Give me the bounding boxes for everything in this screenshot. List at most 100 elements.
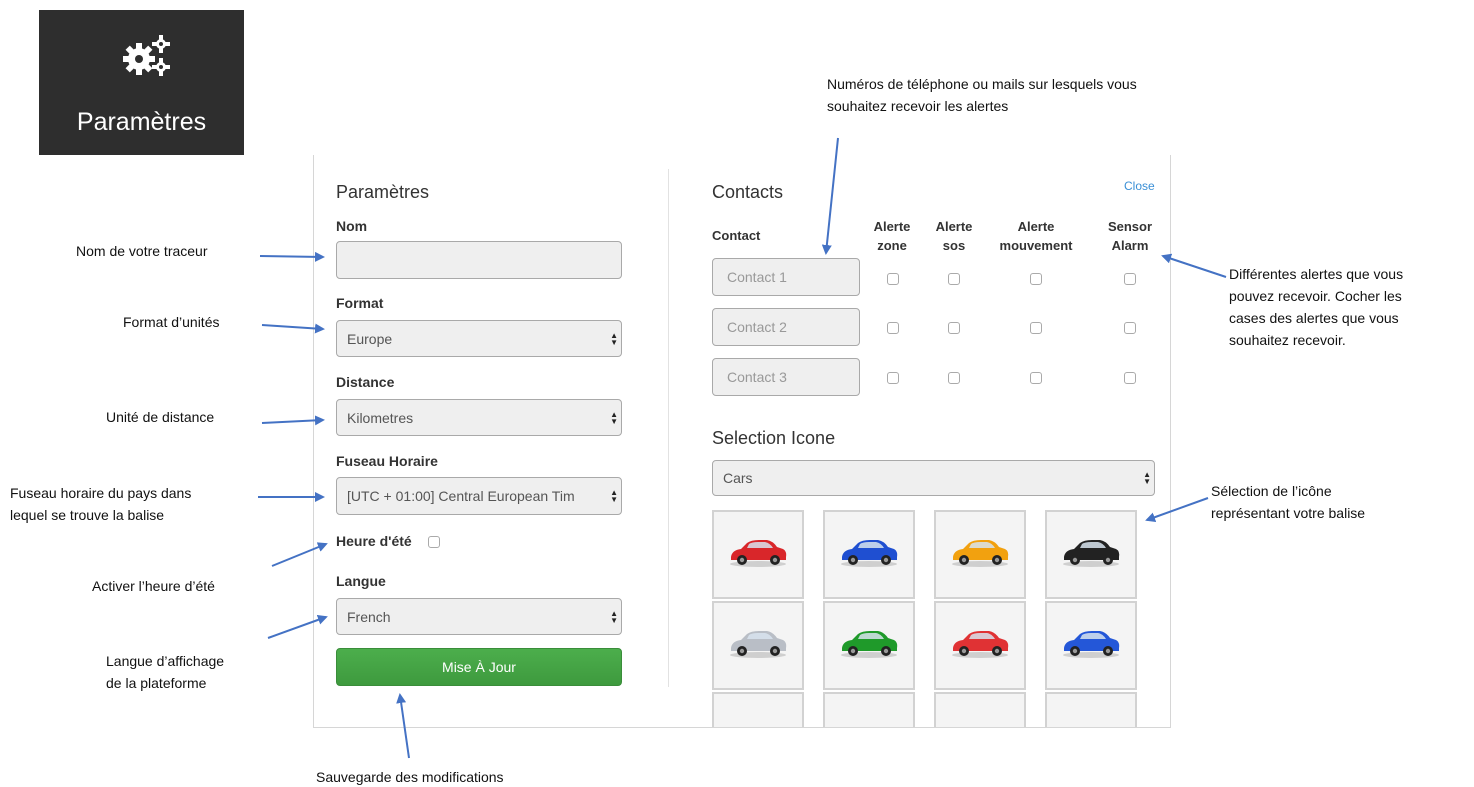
car-icon [949,626,1011,665]
select-arrows-icon: ▲ ▼ [608,330,618,347]
langue-value: French [347,608,391,625]
col-sensor-alarm-line2: Alarm [1111,238,1149,253]
arrow-alerts [1161,253,1227,278]
annotation-alerts-line3: cases des alertes que vous [1229,310,1399,326]
annotation-icon-line2: représentant votre balise [1211,505,1366,521]
contact-3-alerte-zone-checkbox[interactable] [887,372,899,384]
annotation-alerts-line4: souhaitez recevoir. [1229,332,1346,348]
icon-category-value: Cars [723,470,753,486]
col-sensor-alarm: Sensor Alarm [1100,217,1160,255]
annotation-format: Format d’unités [123,314,220,330]
contact-2-sensor-alarm-checkbox[interactable] [1124,322,1136,334]
contact-column-header: Contact [712,228,761,243]
car-icon-tile[interactable] [934,510,1026,599]
heure-ete-label: Heure d'été [336,533,412,549]
annotation-langue-line1: Langue d’affichage [106,653,225,669]
select-arrows-icon: ▲ ▼ [608,488,618,504]
select-arrows-icon: ▲ ▼ [1141,470,1151,486]
close-link[interactable]: Close [1124,179,1155,193]
settings-badge[interactable]: Paramètres [39,10,244,155]
car-icon-tile[interactable] [823,510,915,599]
settings-title: Paramètres [336,182,430,202]
annotation-fuseau: Fuseau horaire du pays dans lequel se tr… [10,482,191,526]
col-alerte-mouvement-line1: Alerte [1017,219,1055,234]
distance-label: Distance [336,374,395,390]
annotation-fuseau-line1: Fuseau horaire du pays dans [10,485,192,501]
fuseau-value: [UTC + 01:00] Central European Tim [347,488,575,504]
col-alerte-mouvement-line2: mouvement [999,238,1073,253]
annotation-contacts-line2: souhaitez recevoir les alertes [827,98,1009,114]
contact-3-sensor-alarm-checkbox[interactable] [1124,372,1136,384]
langue-select[interactable]: French ▲ ▼ [336,598,622,635]
fuseau-label: Fuseau Horaire [336,453,438,469]
annotation-alerts-line1: Différentes alertes que vous [1229,266,1404,282]
annotation-langue: Langue d’affichage de la plateforme [106,650,224,694]
annotation-contacts: Numéros de téléphone ou mails sur lesque… [827,73,1137,117]
update-button[interactable]: Mise À Jour [336,648,622,686]
contact-3-alerte-mouvement-checkbox[interactable] [1030,372,1042,384]
badge-label: Paramètres [76,108,207,136]
contact-1-input[interactable]: Contact 1 [712,258,860,296]
distance-value: Kilometres [347,409,414,426]
car-icon-tile[interactable] [823,692,915,727]
car-icon [1060,535,1122,574]
contact-2-input[interactable]: Contact 2 [712,308,860,346]
distance-select[interactable]: Kilometres ▲ ▼ [336,399,622,436]
gears-icon [123,35,170,76]
contact-1-alerte-sos-checkbox[interactable] [948,273,960,285]
car-icon-tile[interactable] [712,692,804,727]
nom-input[interactable] [336,241,622,279]
car-icon [727,626,789,665]
annotation-langue-line2: de la plateforme [106,675,207,691]
annotation-heure-ete: Activer l’heure d’été [92,578,215,594]
car-icon-tile[interactable] [712,601,804,690]
car-icon [838,626,900,665]
contact-3-alerte-sos-checkbox[interactable] [948,372,960,384]
car-icon-tile[interactable] [1045,510,1137,599]
annotation-contacts-line1: Numéros de téléphone ou mails sur lesque… [827,76,1137,92]
col-alerte-sos-line1: Alerte [935,219,973,234]
annotation-alerts-line2: pouvez recevoir. Cocher les [1229,288,1402,304]
col-alerte-zone-line1: Alerte [873,219,911,234]
contacts-title: Contacts [712,182,784,202]
car-icon-tile[interactable] [823,601,915,690]
col-alerte-zone: Alerte zone [867,217,917,255]
contact-3-input[interactable]: Contact 3 [712,358,860,396]
car-icon-tile[interactable] [934,601,1026,690]
annotation-save: Sauvegarde des modifications [316,769,504,785]
icon-selection-title: Selection Icone [712,428,836,448]
heure-ete-checkbox[interactable] [428,536,440,548]
contact-2-alerte-mouvement-checkbox[interactable] [1030,322,1042,334]
format-select[interactable]: Europe ▲ ▼ [336,320,622,357]
format-label: Format [336,295,384,311]
col-alerte-zone-line2: zone [877,238,907,253]
contact-1-alerte-mouvement-checkbox[interactable] [1030,273,1042,285]
car-icon [838,535,900,574]
format-value: Europe [347,330,393,347]
car-icon-tile[interactable] [1045,692,1137,727]
icon-category-select[interactable]: Cars ▲ ▼ [712,460,1155,496]
col-alerte-sos-line2: sos [942,238,966,253]
car-icon-tile[interactable] [712,510,804,599]
select-arrows-icon: ▲ ▼ [608,409,618,426]
annotation-distance: Unité de distance [106,409,215,425]
car-icon [727,535,789,574]
col-alerte-mouvement: Alerte mouvement [990,217,1082,255]
panel-divider [668,169,669,687]
annotation-alerts: Différentes alertes que vous pouvez rece… [1229,263,1403,351]
contact-2-alerte-sos-checkbox[interactable] [948,322,960,334]
car-icon-tile[interactable] [1045,601,1137,690]
annotation-nom: Nom de votre traceur [76,243,208,259]
annotation-icon: Sélection de l’icône représentant votre … [1211,480,1365,524]
car-icon-tile[interactable] [934,692,1026,727]
select-arrows-icon: ▲ ▼ [608,608,618,625]
contact-2-alerte-zone-checkbox[interactable] [887,322,899,334]
fuseau-select[interactable]: [UTC + 01:00] Central European Tim ▲ ▼ [336,477,622,515]
col-alerte-sos: Alerte sos [929,217,979,255]
langue-label: Langue [336,573,386,589]
annotation-fuseau-line2: lequel se trouve la balise [10,507,165,523]
car-icon [949,535,1011,574]
settings-panel: Paramètres Nom Format Europe ▲ ▼ Distance… [313,155,1171,728]
contact-1-sensor-alarm-checkbox[interactable] [1124,273,1136,285]
contact-1-alerte-zone-checkbox[interactable] [887,273,899,285]
